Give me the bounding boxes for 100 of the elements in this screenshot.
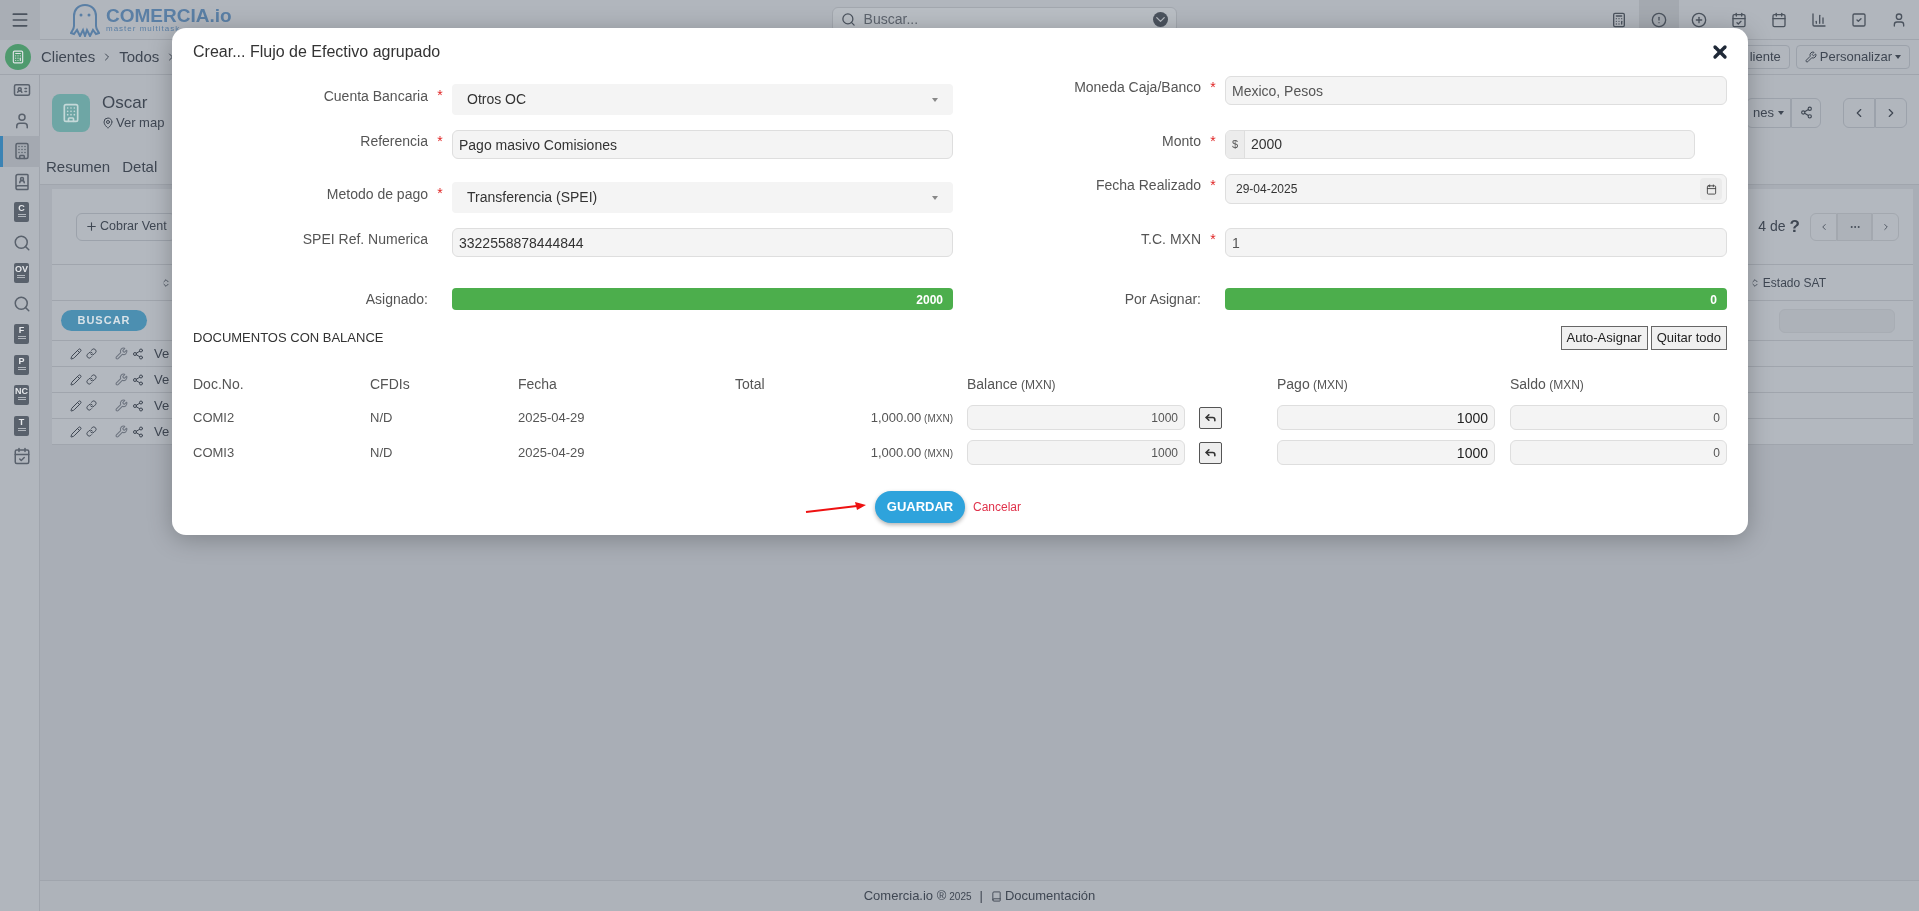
column-header: Balance (MXN) [967, 375, 1057, 394]
required-mark: * [1210, 132, 1216, 151]
pencil-icon[interactable] [70, 425, 82, 438]
bar-chart-icon [1811, 11, 1827, 28]
pencil-icon[interactable] [70, 347, 82, 360]
required-mark: * [1210, 230, 1216, 249]
table-cell-text: Ve [154, 344, 170, 363]
balance-field[interactable]: 1000 [967, 405, 1185, 430]
pager-of: de [1770, 217, 1786, 236]
save-button[interactable]: GUARDAR [875, 491, 965, 523]
field-label: Referencia [359, 132, 428, 151]
sidebar-item[interactable]: NC [0, 380, 40, 411]
modal-title: Crear... Flujo de Efectivo agrupado [193, 42, 441, 62]
sidebar-item[interactable]: C [0, 197, 40, 228]
cancel-link[interactable]: Cancelar [973, 498, 1022, 516]
action-button[interactable]: Auto-Asignar [1560, 326, 1648, 350]
input-field[interactable]: Pago masivo Comisiones [452, 130, 953, 159]
pencil-icon[interactable] [70, 373, 82, 386]
column-header: Pago (MXN) [1277, 375, 1349, 394]
field-label: Cuenta Bancaria [322, 87, 428, 106]
remaining-field[interactable]: 0 [1510, 405, 1727, 430]
column-header: Total [735, 375, 766, 394]
breadcrumb-link[interactable]: Todos [119, 45, 160, 69]
column-header: Saldo (MXN) [1510, 375, 1585, 394]
sidebar-item[interactable]: P [0, 349, 40, 380]
action-button[interactable]: Quitar todo [1650, 326, 1727, 350]
map-pin-icon [102, 116, 114, 129]
share-icon [1799, 106, 1813, 119]
wrench-icon[interactable] [115, 399, 128, 412]
breadcrumb-link[interactable]: Clientes [41, 45, 96, 69]
close-icon [1710, 42, 1730, 62]
remaining-field[interactable]: 0 [1510, 440, 1727, 465]
sidebar-item[interactable]: T [0, 410, 40, 441]
balance-field[interactable]: 1000 [967, 440, 1185, 465]
input-field[interactable]: Mexico, Pesos [1225, 76, 1727, 105]
documentation-link[interactable]: Documentación [990, 886, 1096, 906]
magnifier-icon [12, 294, 31, 313]
required-mark: * [437, 132, 443, 151]
column-header: Fecha [518, 375, 558, 394]
link-icon[interactable] [86, 374, 97, 385]
table-cell-text: 2025-04-29 [518, 443, 586, 462]
wrench-icon[interactable] [115, 347, 128, 360]
cash-register-icon [1611, 11, 1627, 28]
calendar-check-icon [12, 447, 31, 466]
record-name: Oscar [102, 92, 149, 113]
calendar-check-icon [1731, 11, 1747, 28]
plus-icon [85, 220, 98, 233]
map-link[interactable]: Ver map [102, 112, 165, 133]
brand-name: COMERCIA.io [106, 6, 232, 25]
sidebar-item[interactable] [0, 136, 40, 167]
required-mark: * [1210, 176, 1216, 195]
share-icon[interactable] [132, 399, 144, 412]
tab[interactable]: Resumen [46, 155, 111, 179]
footer-brand: Comercia.io ® [863, 887, 947, 906]
alert-icon [1651, 11, 1667, 28]
undo-button[interactable] [1199, 441, 1222, 464]
wrench-icon[interactable] [115, 373, 128, 386]
sidebar-item[interactable]: OV [0, 258, 40, 289]
footer-year: 2025 [949, 889, 972, 904]
header-button[interactable]: Personalizar [1795, 45, 1910, 69]
pager-count: 4 [1758, 217, 1767, 236]
undo-button[interactable] [1199, 406, 1222, 429]
payment-field[interactable]: 1000 [1277, 405, 1495, 430]
sidebar-item[interactable]: F [0, 319, 40, 350]
field-label: Monto [1161, 132, 1201, 151]
wrench-icon[interactable] [115, 425, 128, 438]
arrow-icon [805, 501, 867, 513]
select-field[interactable]: Transferencia (SPEI) [452, 182, 953, 213]
close-button[interactable] [1710, 42, 1730, 62]
date-field[interactable]: 29-04-2025 [1225, 174, 1727, 204]
share-button[interactable] [1791, 97, 1821, 128]
undo-icon [1204, 411, 1217, 424]
tab[interactable]: Detal [122, 155, 158, 179]
required-mark: * [437, 184, 443, 203]
link-icon[interactable] [86, 400, 97, 411]
menu-button[interactable] [0, 0, 40, 40]
link-icon[interactable] [86, 348, 97, 359]
share-icon[interactable] [132, 373, 144, 386]
table-cell-text: 1,000.00 (MXN) [869, 443, 954, 462]
field-label: Por Asignar: [1123, 290, 1201, 309]
calendar-icon [1705, 183, 1717, 195]
required-mark: * [437, 86, 443, 105]
payment-field[interactable]: 1000 [1277, 440, 1495, 465]
select-field[interactable]: Otros OC [452, 84, 953, 115]
table-cell-text: 1,000.00 (MXN) [869, 408, 954, 427]
link-icon[interactable] [86, 426, 97, 437]
share-icon[interactable] [132, 347, 144, 360]
field-label: SPEI Ref. Numerica [301, 230, 428, 249]
pencil-icon[interactable] [70, 399, 82, 412]
book-icon [990, 890, 1002, 902]
pager-total: ? [1789, 215, 1800, 238]
share-icon[interactable] [132, 425, 144, 438]
amount-field[interactable]: $ 2000 [1225, 130, 1695, 159]
field-label: T.C. MXN [1140, 230, 1201, 249]
input-field[interactable]: 3322558878444844 [452, 228, 953, 257]
document-icon: T [14, 415, 29, 436]
document-icon: C [14, 202, 29, 223]
input-field[interactable]: 1 [1225, 228, 1727, 257]
document-icon: NC [14, 385, 29, 406]
search-button[interactable]: BUSCAR [61, 310, 147, 331]
